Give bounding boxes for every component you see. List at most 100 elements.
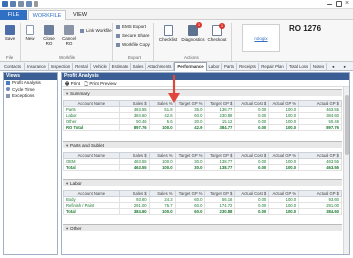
section-table: Account Name Sales $ Sales % Target GP % Tar…	[63, 152, 342, 171]
export-icon	[116, 25, 120, 29]
table-cell: 30.0	[174, 164, 206, 171]
table-cell: 384.60	[118, 208, 150, 215]
group-label-export: Export	[128, 55, 142, 60]
view-item-exceptions[interactable]: Exceptions	[4, 93, 57, 100]
new-button[interactable]: New	[23, 25, 37, 41]
tab-contacts[interactable]: Contacts	[1, 63, 25, 71]
link-workfile-button[interactable]: Link Workfile	[80, 28, 112, 33]
table-cell: 100.0	[148, 164, 176, 171]
share-icon	[116, 34, 120, 38]
tab-estimate[interactable]: Estimate	[110, 63, 131, 71]
diagnostics-icon: 1	[188, 22, 202, 36]
ro-logo-box[interactable]: rologix	[242, 24, 280, 52]
scroll-thumb[interactable]	[345, 95, 349, 155]
ribbon: Save File New Close RO Cancel RO Link Wo…	[0, 20, 353, 62]
column-header[interactable]: Actual GP %	[268, 100, 300, 107]
tab-workfile[interactable]: WORKFILE	[28, 10, 66, 20]
column-header[interactable]: Target GP %	[174, 152, 206, 159]
table-cell: 138.77	[204, 164, 236, 171]
table-cell: 0.00	[234, 208, 270, 215]
chart-icon	[6, 80, 10, 85]
divider	[153, 23, 154, 61]
checkout-badge: 1	[219, 23, 225, 29]
calendar-icon[interactable]	[26, 1, 32, 7]
table-total-row: RO Total 897.76 100.0 42.9 384.77 0.00 100.0 89…	[63, 124, 342, 131]
views-panel: Views Profit Analysis Cycle Time Excepti…	[3, 72, 58, 255]
tab-file[interactable]: FILE	[0, 10, 27, 20]
tab-repair-plan[interactable]: Repair Plan	[259, 63, 287, 71]
menu-bar: FILE WORKFILE VIEW	[0, 9, 353, 20]
tab-notes[interactable]: Notes	[311, 63, 327, 71]
table-cell: 384.60	[298, 208, 342, 215]
table-cell: Total	[63, 208, 120, 215]
table-cell: 100.0	[148, 124, 176, 131]
table-cell: 100.0	[148, 208, 176, 215]
column-header[interactable]: Actual GP %	[268, 190, 300, 197]
diagnostics-button[interactable]: 1 Diagnostics	[181, 22, 205, 42]
table-cell: 384.77	[204, 124, 236, 131]
views-header: Views	[4, 73, 57, 80]
title-bar: ×	[0, 0, 353, 9]
save-icon	[5, 25, 15, 35]
vertical-scrollbar[interactable]	[343, 87, 349, 254]
tab-scroll-left[interactable]: ◂	[327, 63, 339, 71]
table-cell: RO Total	[63, 124, 120, 131]
divider	[20, 23, 21, 61]
clock-icon	[6, 87, 10, 91]
save-icon[interactable]	[10, 1, 16, 7]
table-cell: 463.55	[298, 164, 342, 171]
tab-attachments[interactable]: Attachments	[146, 63, 174, 71]
secure-share-button[interactable]: Secure Share	[116, 33, 150, 38]
tab-scroll-right[interactable]: ▸	[339, 63, 351, 71]
tab-total-loss[interactable]: Total Loss	[287, 63, 311, 71]
tab-insurance[interactable]: Insurance	[25, 63, 49, 71]
minimize-icon[interactable]	[327, 4, 332, 5]
close-icon[interactable]: ×	[345, 0, 351, 7]
ro-logo-link[interactable]: rologix	[243, 36, 279, 41]
chevron-down-icon[interactable]	[34, 1, 38, 7]
section-header-summary[interactable]: ▾ Summary	[63, 89, 342, 96]
app-icon	[2, 1, 8, 7]
maximize-icon[interactable]	[336, 1, 342, 7]
tab-sales[interactable]: Sales	[131, 63, 146, 71]
print-button[interactable]: 🖶 Print	[65, 81, 80, 86]
table-total-row: Total 463.55 100.0 30.0 138.77 0.00 100.0 463.5…	[63, 164, 342, 171]
table-cell: 100.0	[268, 164, 300, 171]
tab-receipts[interactable]: Receipts	[237, 63, 259, 71]
divider	[231, 23, 232, 61]
workfile-copy-button[interactable]: Workfile Copy	[116, 42, 150, 47]
cancel-ro-button[interactable]: Cancel RO	[61, 25, 77, 46]
section-table: Account Name Sales $ Sales % Target GP % Tar…	[63, 100, 342, 131]
table-cell: 0.00	[234, 124, 270, 131]
column-header[interactable]: Target GP $	[204, 190, 236, 197]
tab-view[interactable]: VIEW	[69, 10, 91, 20]
new-document-icon	[26, 25, 34, 35]
save-button[interactable]: Save	[3, 25, 17, 41]
close-ro-button[interactable]: Close RO	[41, 25, 57, 46]
tab-inspection[interactable]: Inspection	[49, 63, 73, 71]
copy-icon	[116, 43, 120, 47]
checklist-icon	[163, 25, 173, 36]
column-header[interactable]: Target GP $	[204, 152, 236, 159]
table-cell: 230.88	[204, 208, 236, 215]
section-header-labor[interactable]: ▾ Labor	[63, 179, 342, 186]
tab-vehicle[interactable]: Vehicle	[91, 63, 110, 71]
table-total-row: Total 384.60 100.0 60.0 230.88 0.00 100.0 384.6…	[63, 208, 342, 215]
checkout-icon: 1	[212, 23, 225, 36]
column-header[interactable]: Target GP $	[204, 100, 236, 107]
column-header[interactable]: Target GP %	[174, 190, 206, 197]
tab-parts[interactable]: Parts	[222, 63, 237, 71]
print-icon[interactable]	[18, 1, 24, 7]
table-cell: 897.76	[298, 124, 342, 131]
tab-rental[interactable]: Rental	[73, 63, 91, 71]
section-header-parts-and-sublet[interactable]: ▾ Parts and Sublet	[63, 141, 342, 148]
tab-performance[interactable]: Performance	[174, 62, 207, 71]
ems-export-button[interactable]: EMS Export	[116, 24, 146, 29]
print-preview-button[interactable]: 🗋 Print Preview	[84, 81, 116, 86]
checklist-button[interactable]: Checklist	[157, 25, 179, 42]
checkout-button[interactable]: 1 Checkout	[207, 23, 227, 42]
section-header-other[interactable]: ▾ Other	[63, 224, 342, 231]
column-header[interactable]: Actual GP %	[268, 152, 300, 159]
tab-labor[interactable]: Labor	[207, 63, 222, 71]
group-label-workfile: Workfile	[59, 55, 76, 60]
